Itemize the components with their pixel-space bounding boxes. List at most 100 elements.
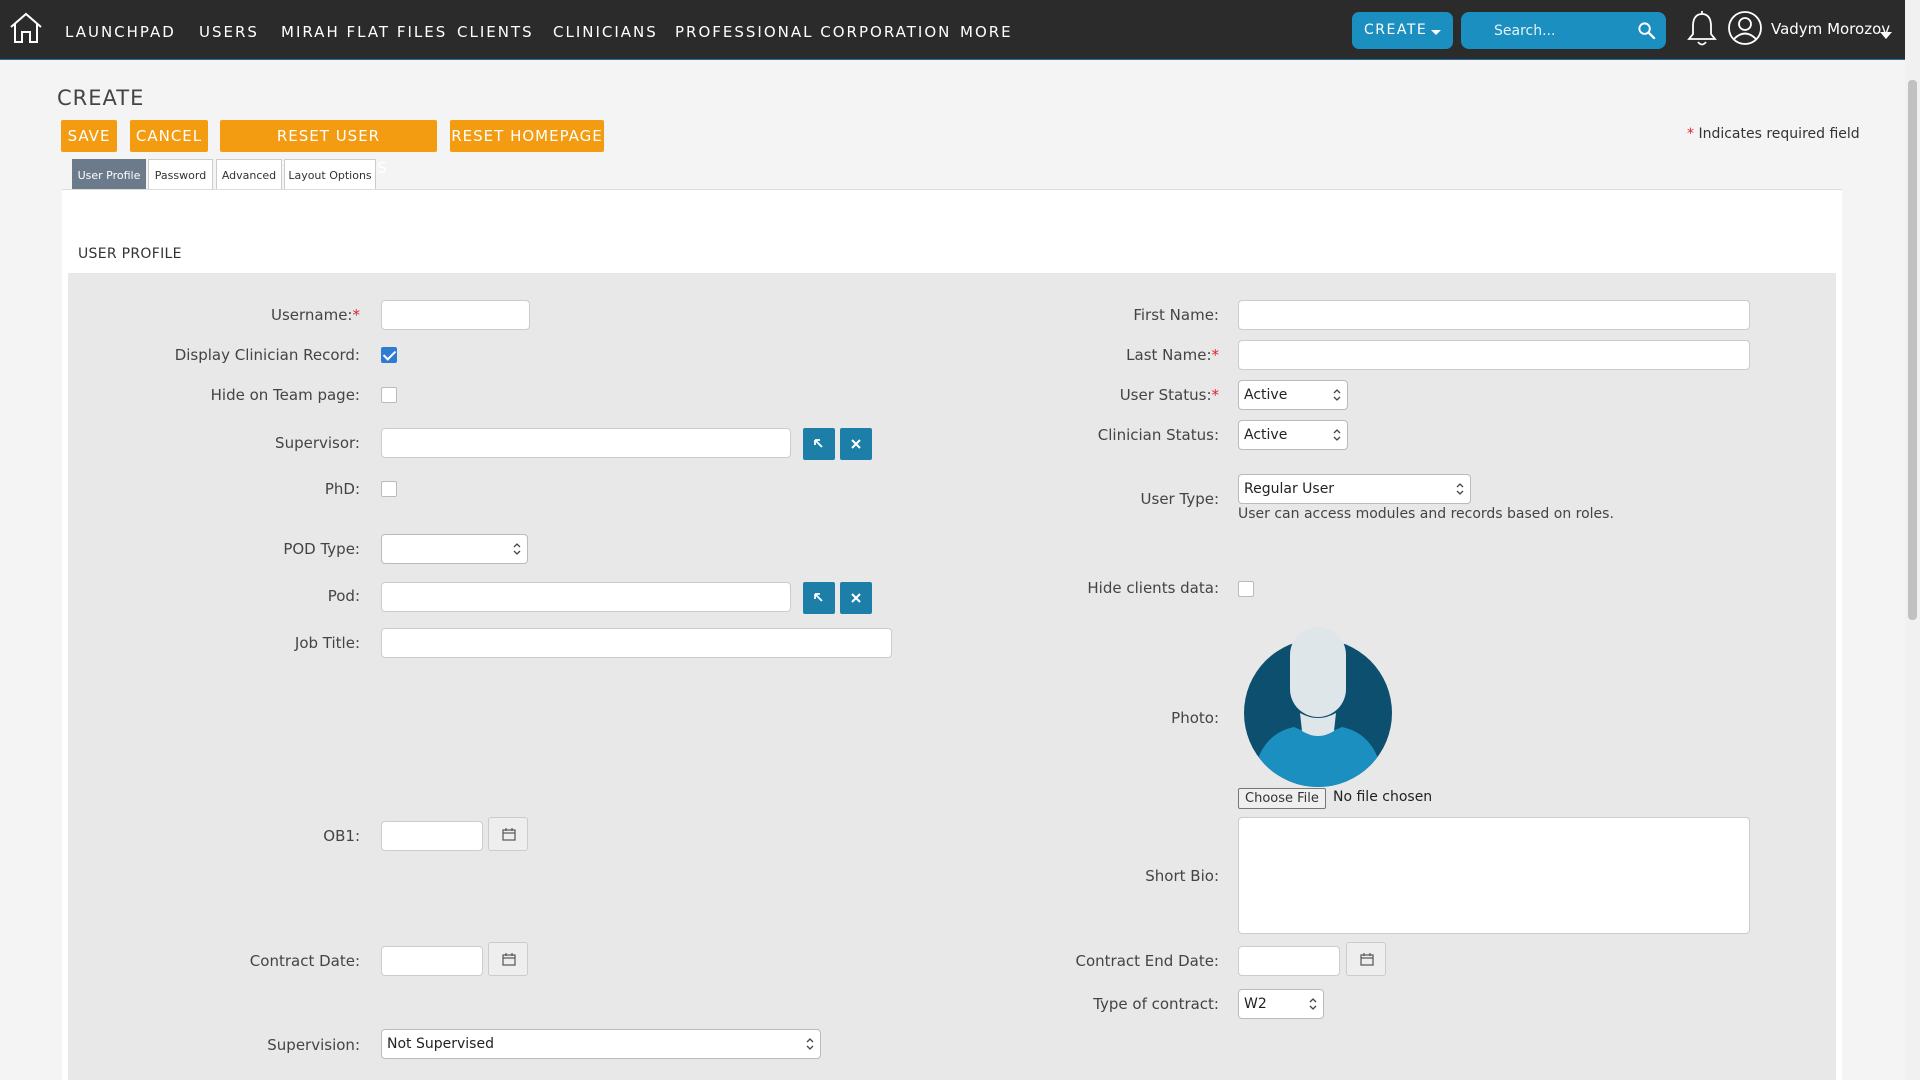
tab-advanced[interactable]: Advanced bbox=[216, 159, 282, 190]
bell-icon[interactable] bbox=[1686, 10, 1718, 48]
last-name-input[interactable] bbox=[1238, 340, 1750, 370]
search-input[interactable] bbox=[1461, 12, 1631, 49]
top-navigation-bar: LAUNCHPAD USERS MIRAH FLAT FILES CLIENTS… bbox=[0, 0, 1905, 60]
hide-clients-data-checkbox[interactable] bbox=[1238, 581, 1254, 597]
select-arrow-icon bbox=[814, 593, 823, 602]
user-type-select[interactable]: Regular User bbox=[1238, 474, 1471, 504]
pod-type-label: POD Type: bbox=[283, 540, 360, 558]
type-of-contract-label: Type of contract: bbox=[1093, 995, 1219, 1013]
supervisor-clear-button[interactable] bbox=[840, 428, 872, 460]
supervision-select[interactable]: Not Supervised bbox=[381, 1029, 821, 1059]
photo-label: Photo: bbox=[1171, 709, 1219, 727]
clinician-status-select[interactable]: Active bbox=[1238, 420, 1348, 450]
calendar-icon bbox=[1360, 953, 1374, 966]
select-arrows-icon bbox=[1309, 998, 1317, 1010]
contract-date-calendar-button[interactable] bbox=[488, 942, 528, 976]
required-field-note: * Indicates required field bbox=[1687, 126, 1860, 142]
ob1-calendar-button[interactable] bbox=[488, 817, 528, 851]
search-box bbox=[1461, 12, 1666, 49]
nav-professional-corporation[interactable]: PROFESSIONAL CORPORATION bbox=[675, 0, 951, 60]
phd-label: PhD: bbox=[324, 480, 360, 498]
select-arrows-icon bbox=[513, 543, 521, 555]
supervisor-select-button[interactable] bbox=[803, 428, 835, 460]
calendar-icon bbox=[502, 953, 516, 966]
required-star: * bbox=[1687, 126, 1694, 142]
select-arrows-icon bbox=[806, 1038, 814, 1050]
select-arrows-icon bbox=[1333, 429, 1341, 441]
username-label: Username:* bbox=[270, 306, 360, 324]
no-file-chosen-text: No file chosen bbox=[1333, 789, 1433, 805]
scrollbar-thumb[interactable] bbox=[1908, 80, 1917, 620]
ob1-label: OB1: bbox=[323, 827, 360, 845]
tab-password[interactable]: Password bbox=[148, 159, 213, 190]
tab-user-profile[interactable]: User Profile bbox=[72, 159, 146, 190]
pod-select-button[interactable] bbox=[803, 582, 835, 614]
contract-end-date-label: Contract End Date: bbox=[1075, 952, 1219, 970]
pod-clear-button[interactable] bbox=[840, 582, 872, 614]
close-icon bbox=[851, 439, 861, 449]
user-status-value: Active bbox=[1244, 387, 1288, 403]
display-clinician-record-label: Display Clinician Record: bbox=[174, 346, 360, 364]
calendar-icon bbox=[502, 828, 516, 841]
create-menu-label: CREATE bbox=[1364, 22, 1428, 38]
select-arrows-icon bbox=[1456, 483, 1464, 495]
job-title-label: Job Title: bbox=[294, 634, 360, 652]
nav-more[interactable]: MORE bbox=[960, 0, 1013, 60]
contract-end-date-input[interactable] bbox=[1238, 946, 1340, 976]
save-button[interactable]: SAVE bbox=[61, 120, 117, 152]
home-icon[interactable] bbox=[8, 10, 44, 46]
supervisor-label: Supervisor: bbox=[275, 434, 360, 452]
tab-layout-options[interactable]: Layout Options bbox=[284, 159, 376, 190]
profile-photo-placeholder-icon bbox=[1244, 627, 1392, 787]
user-type-value: Regular User bbox=[1244, 481, 1335, 497]
display-clinician-record-checkbox[interactable] bbox=[381, 347, 397, 363]
select-arrow-icon bbox=[814, 439, 823, 448]
phd-checkbox[interactable] bbox=[381, 481, 397, 497]
supervision-value: Not Supervised bbox=[387, 1036, 494, 1052]
supervision-label: Supervision: bbox=[267, 1036, 360, 1054]
clinician-status-label: Clinician Status: bbox=[1097, 426, 1219, 444]
nav-users[interactable]: USERS bbox=[199, 0, 259, 60]
clinician-status-value: Active bbox=[1244, 427, 1288, 443]
first-name-input[interactable] bbox=[1238, 300, 1750, 330]
nav-clinicians[interactable]: CLINICIANS bbox=[553, 0, 658, 60]
hide-on-team-page-checkbox[interactable] bbox=[381, 387, 397, 403]
search-icon[interactable] bbox=[1637, 21, 1656, 40]
contract-date-label: Contract Date: bbox=[249, 952, 360, 970]
contract-date-input[interactable] bbox=[381, 946, 483, 976]
pod-type-select[interactable] bbox=[381, 534, 528, 564]
user-status-label: User Status:* bbox=[1119, 386, 1219, 404]
type-of-contract-select[interactable]: W2 bbox=[1238, 989, 1324, 1019]
nav-clients[interactable]: CLIENTS bbox=[457, 0, 534, 60]
first-name-label: First Name: bbox=[1133, 306, 1219, 324]
required-note-text: Indicates required field bbox=[1698, 126, 1860, 142]
type-of-contract-value: W2 bbox=[1244, 996, 1267, 1012]
chevron-down-icon bbox=[1431, 30, 1441, 35]
section-title: USER PROFILE bbox=[78, 246, 182, 262]
ob1-date-input[interactable] bbox=[381, 821, 483, 851]
short-bio-textarea[interactable] bbox=[1238, 817, 1750, 934]
pod-input[interactable] bbox=[381, 582, 791, 612]
user-status-select[interactable]: Active bbox=[1238, 380, 1348, 410]
reset-user-preferences-button[interactable]: RESET USER PREFERENCES bbox=[220, 120, 437, 177]
nav-mirah-flat-files[interactable]: MIRAH FLAT FILES bbox=[281, 0, 447, 60]
pod-label: Pod: bbox=[327, 587, 360, 605]
username-input[interactable] bbox=[381, 300, 530, 330]
last-name-label: Last Name:* bbox=[1126, 346, 1219, 364]
short-bio-label: Short Bio: bbox=[1145, 867, 1219, 885]
cancel-button[interactable]: CANCEL bbox=[130, 120, 208, 152]
job-title-input[interactable] bbox=[381, 628, 892, 658]
page-title: CREATE bbox=[57, 86, 145, 110]
create-menu-button[interactable]: CREATE bbox=[1352, 12, 1453, 49]
hide-clients-data-label: Hide clients data: bbox=[1087, 579, 1219, 597]
close-icon bbox=[851, 593, 861, 603]
choose-file-button[interactable]: Choose File bbox=[1238, 788, 1326, 809]
user-menu-chevron-icon[interactable] bbox=[1880, 32, 1892, 39]
supervisor-input[interactable] bbox=[381, 428, 791, 458]
reset-homepage-button[interactable]: RESET HOMEPAGE bbox=[450, 120, 604, 152]
contract-end-calendar-button[interactable] bbox=[1346, 942, 1386, 976]
nav-launchpad[interactable]: LAUNCHPAD bbox=[65, 0, 176, 60]
user-name[interactable]: Vadym Morozov bbox=[1771, 20, 1890, 38]
user-avatar-icon[interactable] bbox=[1727, 10, 1763, 46]
select-arrows-icon bbox=[1333, 389, 1341, 401]
